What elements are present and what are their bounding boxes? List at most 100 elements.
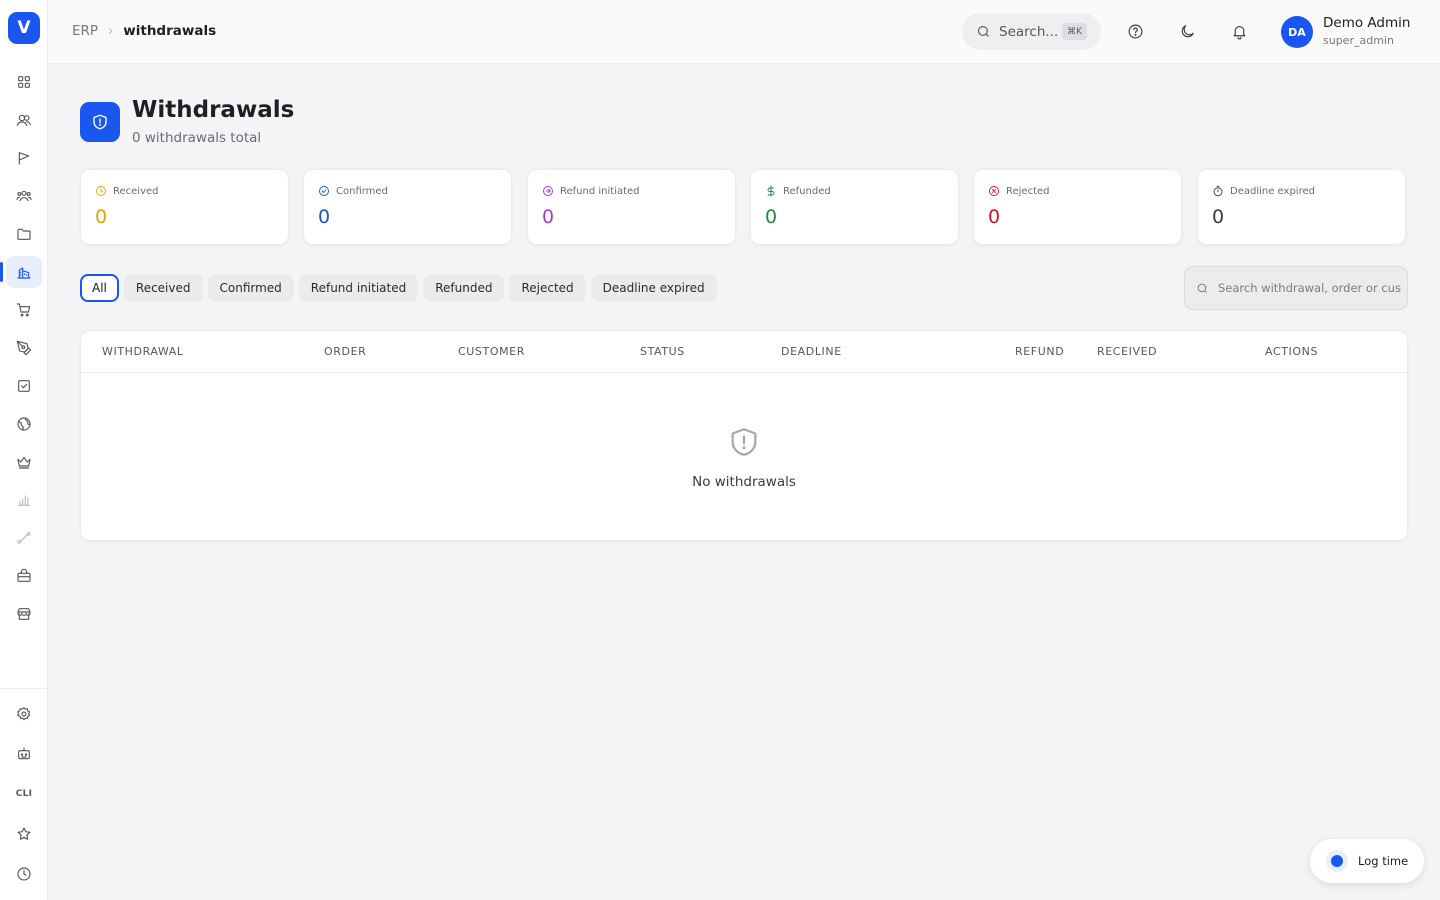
shield-alert-icon xyxy=(93,114,107,130)
user-name[interactable]: Demo Admin xyxy=(1323,15,1410,31)
app-logo-letter: V xyxy=(17,18,31,38)
sidebar-item-files[interactable] xyxy=(6,218,42,250)
log-time-button[interactable]: Log time xyxy=(1310,839,1424,883)
filter-chip-refund-initiated[interactable]: Refund initiated xyxy=(298,274,419,302)
stat-value: 0 xyxy=(95,206,108,228)
sidebar-item-globe[interactable] xyxy=(6,408,42,440)
contacts-icon xyxy=(16,114,31,126)
folder-icon xyxy=(17,228,31,240)
sidebar-item-tasks[interactable] xyxy=(6,370,42,402)
stat-value: 0 xyxy=(988,206,1001,228)
withdrawal-search-placeholder: Search withdrawal, order or cus xyxy=(1218,281,1401,295)
page-subtitle: 0 withdrawals total xyxy=(132,130,262,146)
sidebar-item-shop[interactable] xyxy=(6,560,42,592)
empty-state-text: No withdrawals xyxy=(692,474,796,490)
stat-value: 0 xyxy=(318,206,331,228)
column-header-status[interactable]: STATUS xyxy=(640,345,685,358)
column-header-actions: ACTIONS xyxy=(1265,345,1319,358)
sidebar-item-history[interactable] xyxy=(6,858,42,890)
status-filter-chips: All Received Confirmed Refund initiated … xyxy=(80,274,717,302)
column-header-order[interactable]: ORDER xyxy=(324,345,366,358)
global-search[interactable]: Search... ⌘K xyxy=(962,13,1101,50)
stat-card-refund-initiated: Refund initiated 0 xyxy=(527,169,736,245)
empty-state-icon xyxy=(727,424,761,460)
cli-label: CLI xyxy=(15,789,33,799)
help-button[interactable] xyxy=(1124,20,1146,42)
sidebar-item-dashboard[interactable] xyxy=(6,66,42,98)
erp-building-icon xyxy=(17,267,31,279)
moon-icon xyxy=(1181,24,1194,37)
clock-icon xyxy=(17,867,31,881)
sidebar-item-crown[interactable] xyxy=(6,446,42,478)
dollar-icon xyxy=(767,185,775,197)
sidebar-item-campaigns[interactable] xyxy=(6,142,42,174)
filter-chip-deadline-expired[interactable]: Deadline expired xyxy=(590,274,717,302)
campaigns-icon xyxy=(18,152,30,165)
shield-alert-icon xyxy=(731,428,757,456)
route-icon xyxy=(17,532,31,544)
page-icon xyxy=(80,102,120,142)
stat-value: 0 xyxy=(542,206,555,228)
checkbox-icon xyxy=(18,380,30,392)
pen-tool-icon xyxy=(16,340,32,356)
stat-card-deadline-expired: Deadline expired 0 xyxy=(1197,169,1406,245)
filter-chip-all[interactable]: All xyxy=(80,274,119,302)
sidebar-divider xyxy=(0,688,48,689)
sidebar-item-cart[interactable] xyxy=(6,294,42,326)
sidebar-item-settings[interactable] xyxy=(6,698,42,730)
filter-chip-received[interactable]: Received xyxy=(123,274,203,302)
bar-chart-icon xyxy=(18,495,30,506)
globe-icon xyxy=(17,417,31,431)
breadcrumb-root[interactable]: ERP xyxy=(72,23,98,39)
global-search-placeholder: Search... xyxy=(999,23,1059,40)
filter-chip-rejected[interactable]: Rejected xyxy=(509,274,586,302)
column-header-withdrawal[interactable]: WITHDRAWAL xyxy=(102,345,184,358)
bell-icon xyxy=(1233,25,1245,39)
sidebar-item-team[interactable] xyxy=(6,180,42,212)
stat-label: Refund initiated xyxy=(560,185,640,197)
team-icon xyxy=(16,190,32,202)
timer-icon xyxy=(1213,185,1223,197)
notifications-button[interactable] xyxy=(1228,20,1250,42)
app-logo[interactable]: V xyxy=(8,12,40,44)
stat-value: 0 xyxy=(765,206,778,228)
sidebar-item-store[interactable] xyxy=(6,598,42,630)
shopping-bag-icon xyxy=(17,568,31,582)
gear-icon xyxy=(17,707,31,721)
avatar[interactable]: DA xyxy=(1281,16,1313,48)
star-icon xyxy=(17,827,31,840)
filter-chip-refunded[interactable]: Refunded xyxy=(423,274,505,302)
sidebar-item-bot[interactable] xyxy=(6,738,42,770)
column-header-customer[interactable]: CUSTOMER xyxy=(458,345,525,358)
sidebar-item-erp[interactable] xyxy=(0,256,42,288)
column-header-received[interactable]: RECEIVED xyxy=(1097,345,1157,358)
sidebar-item-analytics[interactable] xyxy=(6,484,42,516)
robot-icon xyxy=(18,747,30,760)
timer-dot-icon xyxy=(1326,850,1348,872)
sidebar-item-routes[interactable] xyxy=(6,522,42,554)
breadcrumb: ERP › withdrawals xyxy=(72,23,216,39)
page-title: Withdrawals xyxy=(132,97,295,123)
arrow-circle-icon xyxy=(543,186,553,196)
user-role: super_admin xyxy=(1323,34,1394,47)
sidebar-item-contacts[interactable] xyxy=(6,104,42,136)
breadcrumb-separator: › xyxy=(108,23,114,39)
stat-label: Rejected xyxy=(1006,185,1050,197)
sidebar-item-cli[interactable]: CLI xyxy=(6,778,42,810)
column-header-refund[interactable]: REFUND xyxy=(1015,345,1064,358)
help-icon xyxy=(1128,24,1142,38)
withdrawals-table: WITHDRAWAL ORDER CUSTOMER STATUS DEADLIN… xyxy=(80,330,1408,541)
filter-chip-confirmed[interactable]: Confirmed xyxy=(207,274,294,302)
theme-toggle-button[interactable] xyxy=(1176,20,1198,42)
crown-icon xyxy=(17,456,31,469)
column-header-deadline[interactable]: DEADLINE xyxy=(781,345,842,358)
breadcrumb-current: withdrawals xyxy=(123,23,217,39)
stat-label: Deadline expired xyxy=(1230,185,1315,197)
sidebar-item-design[interactable] xyxy=(6,332,42,364)
topbar: ERP › withdrawals Search... ⌘K DA Demo A… xyxy=(48,0,1440,64)
stat-label: Refunded xyxy=(783,185,831,197)
sidebar-item-favorites[interactable] xyxy=(6,818,42,850)
log-time-label: Log time xyxy=(1358,854,1409,868)
stat-label: Confirmed xyxy=(336,185,388,197)
withdrawal-search-input[interactable]: Search withdrawal, order or cus xyxy=(1184,266,1408,310)
